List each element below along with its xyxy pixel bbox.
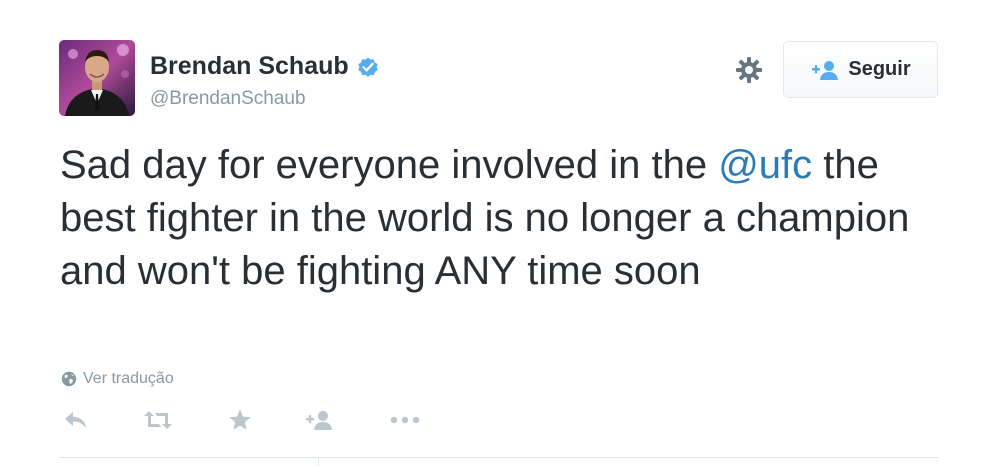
translate-label: Ver tradução [83, 370, 174, 387]
divider [59, 457, 939, 458]
mention-link[interactable]: @ufc [718, 143, 812, 187]
divider-tick [318, 457, 319, 466]
follow-icon[interactable] [305, 402, 335, 438]
reply-icon[interactable] [62, 402, 90, 438]
retweet-icon[interactable] [142, 402, 174, 438]
display-name[interactable]: Brendan Schaub [150, 52, 380, 81]
follow-user-icon [812, 60, 839, 80]
follow-button[interactable]: Seguir [783, 41, 938, 98]
display-name-text[interactable]: Brendan Schaub [150, 52, 349, 81]
avatar-photo [59, 40, 135, 116]
user-handle[interactable]: @BrendanSchaub [150, 88, 306, 110]
gear-icon[interactable] [733, 54, 765, 86]
tweet-text-part: Sad day for everyone involved in the [60, 143, 719, 187]
avatar[interactable] [59, 40, 135, 116]
verified-badge-icon [356, 55, 380, 79]
tweet-text: Sad day for everyone involved in the @uf… [60, 139, 940, 298]
follow-button-label: Seguir [848, 58, 911, 80]
translate-link[interactable]: Ver tradução [61, 370, 174, 388]
globe-icon [61, 371, 77, 387]
more-icon[interactable] [389, 402, 421, 438]
favorite-icon[interactable] [228, 402, 252, 438]
